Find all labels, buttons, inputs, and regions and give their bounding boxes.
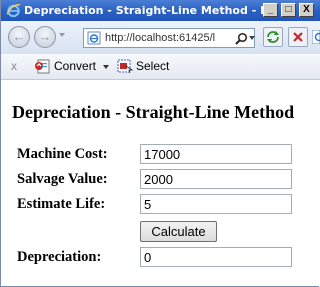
command-bar: x Convert Select: [1, 54, 320, 80]
convert-dropdown-icon[interactable]: [103, 65, 109, 69]
navigation-bar: ← → http://localhost:61425/l: [1, 21, 320, 55]
select-label: Select: [136, 59, 170, 73]
search-icon[interactable]: [234, 32, 248, 46]
depreciation-output[interactable]: [140, 247, 292, 267]
window-title: Depreciation - Straight-Line Method - In…: [24, 4, 264, 17]
back-arrow-icon: ←: [12, 29, 26, 44]
address-bar[interactable]: http://localhost:61425/l: [83, 28, 255, 48]
page-content: Depreciation - Straight-Line Method Mach…: [1, 80, 319, 286]
calculate-button[interactable]: Calculate: [140, 221, 217, 242]
title-bar[interactable]: Depreciation - Straight-Line Method - In…: [1, 0, 320, 21]
recent-pages-dropdown[interactable]: [59, 33, 65, 37]
address-url[interactable]: http://localhost:61425/l: [105, 32, 231, 44]
back-button[interactable]: ←: [8, 26, 30, 48]
depreciation-label: Depreciation:: [17, 249, 102, 265]
select-icon: [117, 59, 133, 74]
ie-page-icon: [87, 31, 101, 45]
forward-arrow-icon: →: [38, 29, 52, 44]
close-toolbar-button[interactable]: x: [11, 59, 17, 73]
salvage-value-input[interactable]: [140, 169, 292, 189]
forward-button[interactable]: →: [34, 26, 56, 48]
minimize-button[interactable]: _: [263, 3, 278, 17]
maximize-button[interactable]: □: [281, 3, 296, 17]
refresh-button[interactable]: [263, 27, 283, 47]
browser-window: Depreciation - Straight-Line Method - In…: [0, 0, 320, 287]
close-button[interactable]: X: [299, 3, 314, 17]
convert-label: Convert: [54, 59, 97, 73]
machine-cost-input[interactable]: [140, 144, 292, 164]
ie-logo-icon: [6, 4, 21, 18]
address-dropdown-icon[interactable]: [249, 36, 255, 40]
salvage-value-label: Salvage Value:: [17, 171, 108, 187]
convert-pdf-icon: [35, 59, 50, 74]
refresh-icon: [267, 31, 279, 43]
estimate-life-input[interactable]: [140, 194, 292, 214]
estimate-life-label: Estimate Life:: [17, 196, 106, 212]
page-title: Depreciation - Straight-Line Method: [12, 102, 295, 122]
ie-partial-icon: [312, 30, 320, 44]
machine-cost-label: Machine Cost:: [17, 146, 108, 162]
stop-button[interactable]: [288, 27, 308, 47]
stop-icon: [293, 32, 303, 42]
